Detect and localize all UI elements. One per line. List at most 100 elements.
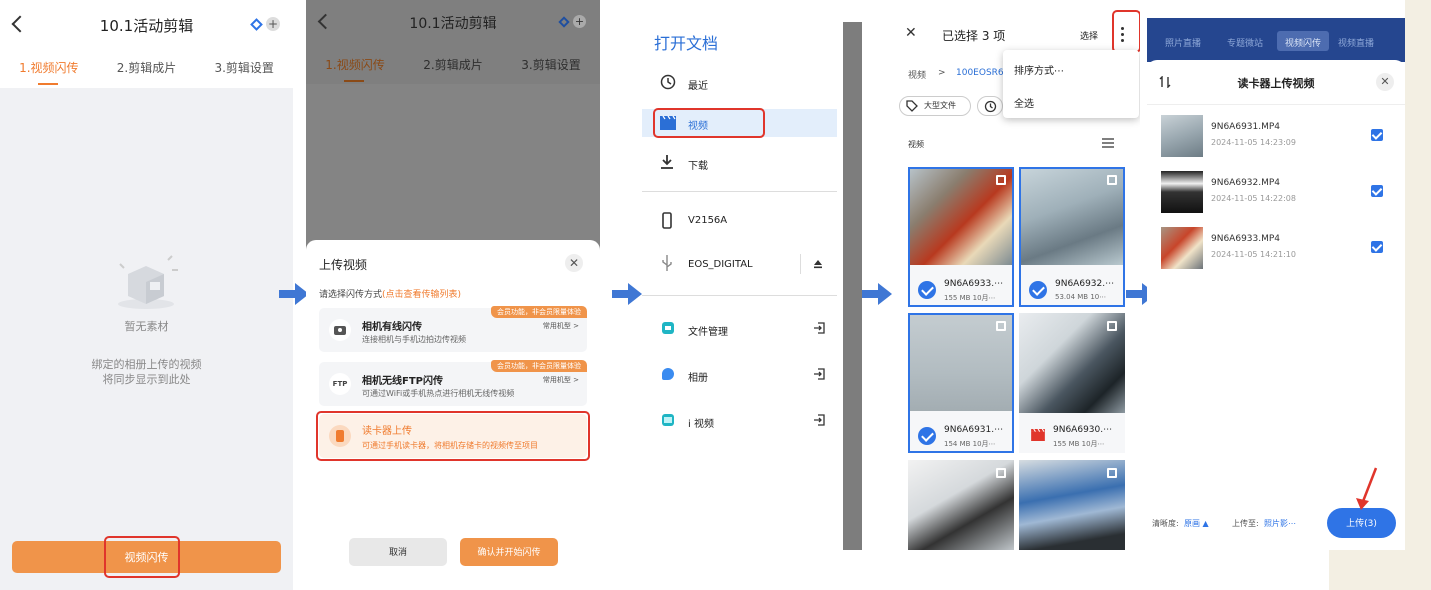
file-thumbnail bbox=[1161, 171, 1203, 213]
drawer-item-ivideo[interactable]: i 视频 bbox=[688, 415, 714, 430]
overflow-menu: 排序方式⋯ 全选 bbox=[1003, 50, 1139, 118]
upload-to-value[interactable]: 照片影⋯ bbox=[1264, 518, 1296, 529]
chip-large-files[interactable]: 大型文件 bbox=[899, 96, 971, 116]
expand-icon[interactable] bbox=[1107, 321, 1117, 331]
phone-icon bbox=[662, 212, 672, 229]
option-desc: 连接相机与手机边拍边传视频 bbox=[362, 335, 466, 344]
method-prompt: 请选择闪传方式(点击查看传输列表) bbox=[319, 287, 461, 300]
option-ftp-flash[interactable]: 会员功能，非会员限量体验 FTP 相机无线FTP闪传 可通过WiFi或手机热点进… bbox=[319, 360, 587, 406]
checkbox[interactable] bbox=[1371, 129, 1383, 141]
option-wired-flash[interactable]: 会员功能，非会员限量体验 相机有线闪传 连接相机与手机边拍边传视频 常用机型 > bbox=[319, 306, 587, 352]
close-icon[interactable]: ✕ bbox=[1376, 73, 1394, 91]
camera-icon bbox=[329, 319, 351, 341]
clarity-dropdown[interactable]: 原画 ▲ bbox=[1184, 518, 1209, 529]
panel-file-picker: ✕ 已选择 3 项 选择 视频 > 100EOSR6 大型文件 视频 9N6A6… bbox=[895, 0, 1140, 550]
file-name: 9N6A6932.⋯ bbox=[1055, 279, 1115, 289]
top-tab-video-live[interactable]: 视频直播 bbox=[1338, 36, 1374, 49]
expand-icon[interactable] bbox=[996, 468, 1006, 478]
open-external-icon[interactable] bbox=[813, 368, 825, 380]
file-tile[interactable] bbox=[908, 460, 1014, 550]
file-meta: 53.04 MB 10⋯ bbox=[1055, 293, 1107, 301]
add-icon[interactable]: + bbox=[266, 17, 280, 31]
file-tile[interactable]: 9N6A6930.⋯ 155 MB 10月⋯ bbox=[1019, 313, 1125, 453]
ftp-icon: FTP bbox=[329, 373, 351, 395]
open-external-icon[interactable] bbox=[813, 322, 825, 334]
pointer-arrow-icon bbox=[1356, 467, 1378, 510]
drawer-item-recent[interactable]: 最近 bbox=[688, 77, 708, 92]
drawer-item-eos-digital[interactable]: EOS_DIGITAL bbox=[688, 259, 753, 270]
expand-icon[interactable] bbox=[996, 321, 1006, 331]
file-row[interactable]: 9N6A6933.MP4 2024-11-05 14:21:10 bbox=[1147, 224, 1405, 272]
drawer-item-album[interactable]: 相册 bbox=[688, 369, 708, 384]
list-view-icon[interactable] bbox=[1102, 138, 1114, 148]
expand-icon[interactable] bbox=[1107, 468, 1117, 478]
expand-icon[interactable] bbox=[996, 175, 1006, 185]
drawer-item-download[interactable]: 下载 bbox=[688, 157, 708, 172]
file-meta: 155 MB 10月⋯ bbox=[944, 294, 996, 302]
file-tile[interactable] bbox=[1019, 460, 1125, 550]
highlight-card-reader bbox=[316, 411, 590, 461]
tab-video-flash[interactable]: 1.视频闪传 bbox=[0, 59, 98, 76]
eject-icon[interactable] bbox=[813, 259, 823, 269]
member-badge: 会员功能，非会员限量体验 bbox=[491, 360, 587, 372]
close-icon[interactable]: ✕ bbox=[905, 25, 917, 41]
top-tab-micro-site[interactable]: 专题微站 bbox=[1227, 36, 1263, 49]
chip-recent[interactable] bbox=[977, 96, 1003, 116]
add-icon[interactable]: + bbox=[573, 15, 586, 28]
tab-edit-settings[interactable]: 3.剪辑设置 bbox=[195, 59, 293, 76]
file-thumbnail bbox=[1161, 227, 1203, 269]
history-icon bbox=[984, 100, 997, 113]
file-tile[interactable]: 9N6A6931.⋯ 154 MB 10月⋯ bbox=[908, 313, 1014, 453]
open-external-icon[interactable] bbox=[813, 414, 825, 426]
option-title: 相机无线FTP闪传 bbox=[362, 376, 443, 387]
breadcrumb-folder[interactable]: 100EOSR6 bbox=[956, 68, 1006, 78]
file-row[interactable]: 9N6A6931.MP4 2024-11-05 14:23:09 bbox=[1147, 112, 1405, 160]
file-name: 9N6A6930.⋯ bbox=[1053, 425, 1113, 435]
check-icon[interactable] bbox=[918, 281, 936, 299]
confirm-flash-button-label: 确认并开始闪传 bbox=[477, 548, 541, 558]
upload-button[interactable]: 上传(3) bbox=[1327, 508, 1396, 538]
chip-label: 大型文件 bbox=[924, 101, 956, 110]
file-row[interactable]: 9N6A6932.MP4 2024-11-05 14:22:08 bbox=[1147, 168, 1405, 216]
file-date: 2024-11-05 14:23:09 bbox=[1211, 138, 1296, 147]
check-icon[interactable] bbox=[1029, 281, 1047, 299]
menu-item-select-all[interactable]: 全选 bbox=[1014, 95, 1034, 110]
clarity-label: 清晰度: bbox=[1152, 519, 1179, 528]
album-icon bbox=[662, 368, 674, 380]
check-icon[interactable] bbox=[918, 427, 936, 445]
upload-button-label: 上传(3) bbox=[1346, 519, 1377, 529]
panel-upload-sheet: 10.1活动剪辑 + 1.视频闪传 2.剪辑成片 3.剪辑设置 上传视频 ✕ 请… bbox=[306, 0, 600, 590]
upload-to-label: 上传至: bbox=[1232, 519, 1259, 528]
usb-icon bbox=[662, 255, 672, 271]
active-tab-underline bbox=[38, 83, 58, 85]
checkbox[interactable] bbox=[1371, 185, 1383, 197]
common-models-link[interactable]: 常用机型 > bbox=[543, 321, 579, 331]
expand-icon[interactable] bbox=[1107, 175, 1117, 185]
file-date: 2024-11-05 14:22:08 bbox=[1211, 194, 1296, 203]
checkbox[interactable] bbox=[1371, 241, 1383, 253]
file-tile[interactable]: 9N6A6932.⋯ 53.04 MB 10⋯ bbox=[1019, 167, 1125, 307]
sheet-title: 读卡器上传视频 bbox=[1237, 77, 1315, 90]
top-tab-photo-live[interactable]: 照片直播 bbox=[1165, 36, 1201, 49]
member-badge: 会员功能，非会员限量体验 bbox=[491, 306, 587, 318]
select-button[interactable]: 选择 bbox=[1080, 29, 1098, 42]
breadcrumb-root[interactable]: 视频 bbox=[908, 68, 926, 81]
drawer-item-file-manager[interactable]: 文件管理 bbox=[688, 323, 728, 338]
file-manager-icon bbox=[662, 322, 674, 334]
tab-edit-film[interactable]: 2.剪辑成片 bbox=[98, 59, 196, 76]
tab-edit-settings[interactable]: 3.剪辑设置 bbox=[502, 56, 600, 73]
common-models-link[interactable]: 常用机型 > bbox=[543, 375, 579, 385]
close-icon[interactable]: ✕ bbox=[565, 254, 583, 272]
menu-item-sort[interactable]: 排序方式⋯ bbox=[1014, 62, 1064, 77]
cancel-button[interactable]: 取消 bbox=[349, 538, 447, 566]
option-title: 相机有线闪传 bbox=[362, 322, 422, 333]
file-tile[interactable]: 9N6A6933.⋯ 155 MB 10月⋯ bbox=[908, 167, 1014, 307]
confirm-flash-button[interactable]: 确认并开始闪传 bbox=[460, 538, 558, 566]
file-name: 9N6A6931.MP4 bbox=[1211, 122, 1281, 132]
drawer-item-device[interactable]: V2156A bbox=[688, 215, 727, 226]
page-title: 10.1活动剪辑 bbox=[99, 17, 194, 35]
top-tab-video-flash[interactable]: 视频闪传 bbox=[1277, 31, 1329, 51]
transfer-list-link[interactable]: (点击查看传输列表) bbox=[382, 290, 461, 300]
tab-edit-film[interactable]: 2.剪辑成片 bbox=[404, 56, 502, 73]
tab-video-flash[interactable]: 1.视频闪传 bbox=[306, 56, 404, 73]
